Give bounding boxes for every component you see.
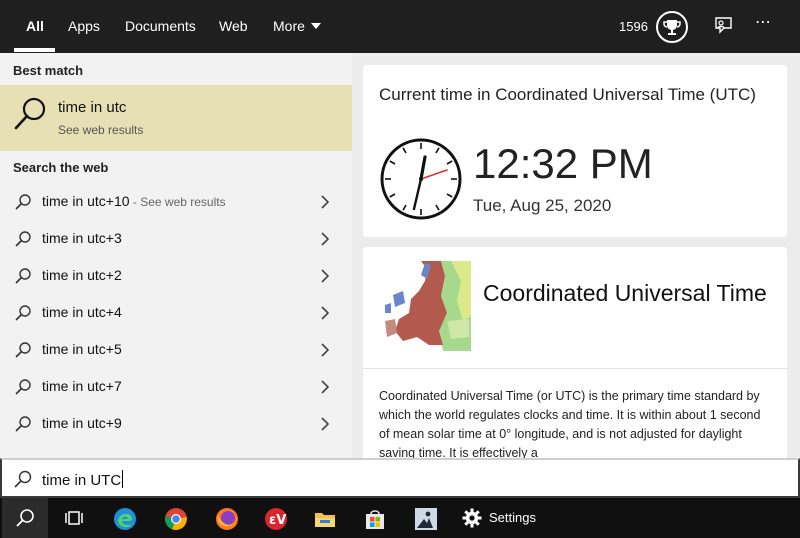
svg-text:ɛV: ɛV bbox=[269, 513, 286, 528]
web-result-item[interactable]: time in utc+3 bbox=[0, 221, 352, 257]
divider bbox=[363, 368, 787, 369]
best-match-heading: Best match bbox=[13, 63, 84, 78]
tab-apps-label: Apps bbox=[68, 18, 100, 34]
search-web-heading: Search the web bbox=[13, 160, 109, 175]
web-result-label: time in utc+9 bbox=[42, 415, 122, 431]
tab-all-label: All bbox=[26, 18, 44, 34]
chevron-right-icon bbox=[319, 305, 331, 326]
trophy-icon[interactable] bbox=[656, 11, 688, 43]
search-icon bbox=[14, 193, 32, 216]
tab-more[interactable]: More bbox=[273, 0, 321, 53]
settings-label: Settings bbox=[489, 510, 536, 525]
time-card[interactable]: Current time in Coordinated Universal Ti… bbox=[363, 65, 787, 237]
kindle-icon bbox=[415, 508, 437, 530]
chevron-right-icon bbox=[319, 231, 331, 252]
chevron-right-icon bbox=[319, 416, 331, 437]
tab-apps[interactable]: Apps bbox=[68, 0, 100, 53]
web-result-item[interactable]: time in utc+2 bbox=[0, 258, 352, 294]
web-result-item[interactable]: time in utc+4 bbox=[0, 295, 352, 331]
web-result-label: time in utc+10 bbox=[42, 193, 130, 209]
chevron-down-icon bbox=[310, 23, 321, 29]
web-result-label: time in utc+7 bbox=[42, 378, 122, 394]
more-options-icon[interactable]: ⋯ bbox=[755, 12, 772, 32]
chevron-right-icon bbox=[319, 342, 331, 363]
best-match-title: time in utc bbox=[58, 99, 127, 116]
rewards-points: 1596 bbox=[619, 19, 648, 34]
web-result-item[interactable]: time in utc+10 - See web results bbox=[0, 184, 352, 220]
tab-all[interactable]: All bbox=[26, 0, 44, 53]
file-explorer-icon bbox=[315, 513, 335, 527]
chrome-button[interactable] bbox=[152, 498, 198, 538]
best-match-subtitle: See web results bbox=[58, 123, 144, 137]
search-input[interactable]: time in UTC bbox=[0, 458, 800, 498]
search-icon bbox=[14, 267, 32, 290]
preview-pane: Current time in Coordinated Universal Ti… bbox=[352, 53, 800, 467]
tab-web[interactable]: Web bbox=[219, 0, 248, 53]
task-view-button[interactable] bbox=[51, 498, 97, 538]
search-query-text: time in UTC bbox=[42, 472, 122, 489]
edge-icon bbox=[114, 508, 136, 530]
edge-button[interactable] bbox=[101, 498, 147, 538]
info-card-description: Coordinated Universal Time (or UTC) is t… bbox=[379, 389, 761, 460]
search-icon bbox=[14, 230, 32, 253]
search-icon bbox=[12, 95, 50, 138]
text-cursor bbox=[122, 470, 124, 488]
web-result-suffix: - See web results bbox=[129, 195, 226, 209]
search-icon bbox=[14, 415, 32, 438]
file-explorer-button[interactable] bbox=[301, 498, 347, 538]
active-tab-indicator bbox=[14, 48, 55, 52]
firefox-icon bbox=[216, 508, 238, 530]
web-result-label: time in utc+2 bbox=[42, 267, 122, 283]
tab-documents-label: Documents bbox=[125, 18, 196, 34]
results-list: Best match time in utc See web results S… bbox=[0, 53, 352, 458]
chrome-icon bbox=[165, 508, 187, 530]
web-result-item[interactable]: time in utc+9 bbox=[0, 406, 352, 442]
time-card-title: Current time in Coordinated Universal Ti… bbox=[379, 85, 756, 104]
web-result-label: time in utc+3 bbox=[42, 230, 122, 246]
task-view-icon bbox=[65, 511, 83, 525]
search-icon bbox=[14, 341, 32, 364]
microsoft-store-button[interactable] bbox=[351, 498, 397, 538]
kindle-button[interactable] bbox=[402, 498, 448, 538]
gear-icon bbox=[462, 508, 482, 528]
expressvpn-button[interactable]: ɛV bbox=[252, 498, 298, 538]
taskbar-search-button[interactable] bbox=[2, 498, 48, 538]
taskbar: ɛV Settings bbox=[0, 498, 800, 538]
chevron-right-icon bbox=[319, 268, 331, 289]
expressvpn-icon: ɛV bbox=[265, 508, 287, 530]
web-result-item[interactable]: time in utc+7 bbox=[0, 369, 352, 405]
current-date: Tue, Aug 25, 2020 bbox=[473, 196, 612, 215]
info-card[interactable]: Coordinated Universal Time Coordinated U… bbox=[363, 247, 787, 467]
web-result-item[interactable]: time in utc+5 bbox=[0, 332, 352, 368]
search-scope-tabs: All Apps Documents Web More 1596 ⋯ bbox=[0, 0, 800, 53]
search-icon bbox=[13, 469, 33, 494]
settings-button[interactable]: Settings bbox=[458, 498, 548, 538]
web-result-label: time in utc+5 bbox=[42, 341, 122, 357]
search-icon bbox=[14, 378, 32, 401]
europe-timezone-map-image bbox=[381, 261, 471, 356]
search-icon bbox=[16, 509, 34, 527]
firefox-button[interactable] bbox=[203, 498, 249, 538]
store-icon bbox=[366, 510, 384, 529]
chevron-right-icon bbox=[319, 379, 331, 400]
feedback-icon[interactable] bbox=[712, 15, 734, 42]
search-icon bbox=[14, 304, 32, 327]
web-result-label: time in utc+4 bbox=[42, 304, 122, 320]
current-time: 12:32 PM bbox=[473, 140, 653, 187]
analog-clock-icon bbox=[379, 137, 463, 226]
tab-documents[interactable]: Documents bbox=[125, 0, 196, 53]
tab-more-label: More bbox=[273, 18, 305, 34]
chevron-right-icon bbox=[319, 194, 331, 215]
best-match-item[interactable]: time in utc See web results bbox=[0, 85, 352, 151]
info-card-title: Coordinated Universal Time bbox=[483, 280, 767, 306]
tab-web-label: Web bbox=[219, 18, 248, 34]
